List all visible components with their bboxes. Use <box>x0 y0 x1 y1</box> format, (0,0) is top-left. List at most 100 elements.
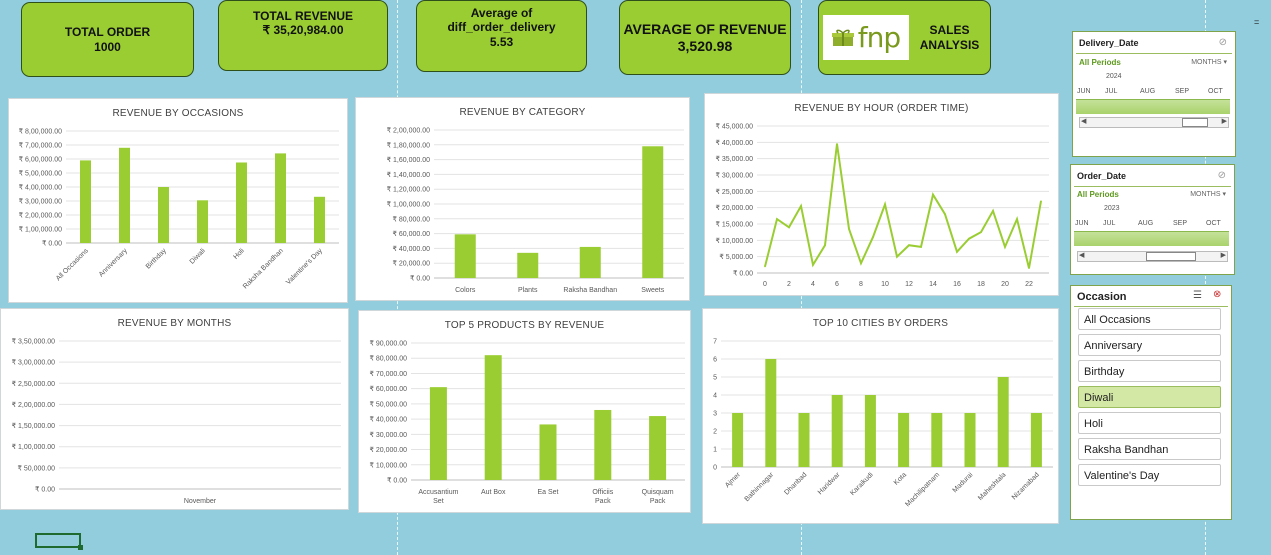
timeline-level-dropdown[interactable]: MONTHS ▾ <box>1191 58 1227 66</box>
chart-top-cities[interactable]: TOP 10 CITIES BY ORDERS 0 1 2 3 4 5 6 7 Ajmer Bat… <box>702 308 1059 524</box>
y-tick-label: ₹ 70,000.00 <box>369 370 407 378</box>
scroll-left-icon[interactable]: ◀ <box>1079 251 1084 259</box>
bar <box>649 416 667 480</box>
kpi-title: TOTAL REVENUE <box>252 9 353 23</box>
selected-cell[interactable] <box>35 533 83 550</box>
data-point <box>896 255 898 258</box>
kpi-total-order: TOTAL ORDER 1000 <box>21 2 194 77</box>
data-point <box>920 246 922 248</box>
timeline-month[interactable]: SEP <box>1175 88 1189 95</box>
bar <box>964 413 976 467</box>
data-point <box>1016 218 1018 220</box>
data-point <box>956 250 958 253</box>
slicer-item[interactable]: Anniversary <box>1078 334 1221 356</box>
chart-revenue-by-months[interactable]: REVENUE BY MONTHS ₹ 0.00 ₹ 50,000.00 ₹ 1,0… <box>0 308 349 510</box>
x-tick-label: 8 <box>859 281 863 288</box>
data-point <box>848 228 850 230</box>
data-point <box>800 205 802 207</box>
x-tick-label: 0 <box>763 281 767 288</box>
timeline-month[interactable]: AUG <box>1138 220 1153 227</box>
chart-revenue-by-occasions[interactable]: REVENUE BY OCCASIONS ₹ 0.00 ₹ 1,00,000.00… <box>8 98 348 303</box>
slicer-item[interactable]: Valentine's Day <box>1078 464 1221 486</box>
kpi-avg-delivery: Average of diff_order_delivery 5.53 <box>416 0 587 72</box>
slicer-item[interactable]: Birthday <box>1078 360 1221 382</box>
bar <box>429 387 447 480</box>
x-tick-label: Quisquam Pack <box>642 489 674 505</box>
bar <box>765 359 777 467</box>
clear-filter-icon[interactable]: ⊘ <box>1219 37 1227 48</box>
chart-revenue-by-category[interactable]: REVENUE BY CATEGORY ₹ 0.00 ₹ 20,000.00 ₹ 4… <box>355 97 690 301</box>
data-point <box>860 262 862 264</box>
data-point <box>884 203 886 206</box>
y-tick-label: ₹ 2,00,000.00 <box>12 401 55 409</box>
timeline-month[interactable]: JUN <box>1077 88 1091 95</box>
timeline-scrollbar[interactable]: ◀ ▶ <box>1077 251 1228 262</box>
brand-title: SALES <box>929 23 970 38</box>
clear-filter-icon[interactable]: ⊘ <box>1218 170 1226 181</box>
timeline-month[interactable]: SEP <box>1173 220 1187 227</box>
y-tick-label: ₹ 40,000.00 <box>369 416 407 424</box>
y-tick-label: ₹ 3,00,000.00 <box>19 198 62 206</box>
x-tick-label: Plants <box>518 287 538 294</box>
x-tick-label: 16 <box>953 281 961 288</box>
scroll-right-icon[interactable]: ▶ <box>1221 251 1226 259</box>
y-tick-label: ₹ 1,00,000.00 <box>12 443 55 451</box>
timeline-month[interactable]: JUL <box>1103 220 1115 227</box>
x-tick-label: Haridwar <box>817 471 842 496</box>
y-tick-label: ₹ 45,000.00 <box>715 123 753 131</box>
y-tick-label: ₹ 35,000.00 <box>715 155 753 163</box>
y-tick-label: ₹ 5,00,000.00 <box>19 170 62 178</box>
y-tick-label: ₹ 1,50,000.00 <box>12 422 55 430</box>
timeline-month[interactable]: OCT <box>1206 220 1221 227</box>
timeline-month[interactable]: OCT <box>1208 88 1223 95</box>
y-tick-label: ₹ 60,000.00 <box>369 385 407 393</box>
all-periods-label[interactable]: All Periods <box>1079 58 1121 67</box>
bar <box>1030 413 1042 467</box>
scrollbar-thumb[interactable] <box>1146 252 1196 261</box>
y-tick-label: ₹ 6,00,000.00 <box>19 156 62 164</box>
slicer-item[interactable]: All Occasions <box>1078 308 1221 330</box>
slicer-item[interactable]: Holi <box>1078 412 1221 434</box>
x-tick-label: Diwali <box>189 247 207 265</box>
bar <box>236 162 247 243</box>
timeline-year: 2024 <box>1106 73 1122 80</box>
data-point <box>824 244 826 247</box>
chart-revenue-by-hour[interactable]: REVENUE BY HOUR (ORDER TIME) ₹ 0.00 ₹ 5,0… <box>704 93 1059 296</box>
y-tick-label: ₹ 30,000.00 <box>715 172 753 180</box>
scrollbar-thumb[interactable] <box>1182 118 1208 127</box>
timeline-order-date[interactable]: Order_Date ⊘ All Periods MONTHS ▾ 2023 J… <box>1070 164 1235 275</box>
scroll-left-icon[interactable]: ◀ <box>1081 117 1086 125</box>
x-tick-label: Karaikudi <box>849 471 875 497</box>
bar <box>454 234 476 278</box>
x-tick-label: Ajmer <box>724 471 742 489</box>
scroll-right-icon[interactable]: ▶ <box>1222 117 1227 125</box>
kpi-value: 5.53 <box>489 34 514 49</box>
timeline-period-bar[interactable] <box>1076 99 1230 114</box>
slicer-item[interactable]: Diwali <box>1078 386 1221 408</box>
timeline-delivery-date[interactable]: Delivery_Date ⊘ All Periods MONTHS ▾ 202… <box>1072 31 1236 157</box>
chart-top-products[interactable]: TOP 5 PRODUCTS BY REVENUE ₹ 0.00 ₹ 10,000… <box>358 310 691 513</box>
clear-filter-icon[interactable]: ⊗ <box>1213 289 1221 300</box>
timeline-period-bar[interactable] <box>1074 231 1229 246</box>
timeline-level-dropdown[interactable]: MONTHS ▾ <box>1190 190 1226 198</box>
timeline-month[interactable]: AUG <box>1140 88 1155 95</box>
timeline-scrollbar[interactable]: ◀ ▶ <box>1079 117 1229 128</box>
x-tick-label: Accusantium Set <box>418 489 458 505</box>
bar <box>898 413 910 467</box>
multi-select-icon[interactable]: ☰ <box>1193 290 1202 301</box>
timeline-month[interactable]: JUN <box>1075 220 1089 227</box>
fill-handle[interactable] <box>78 545 83 550</box>
occasion-slicer[interactable]: Occasion ☰ ⊗ All Occasions Anniversary Bir… <box>1070 285 1232 520</box>
all-periods-label[interactable]: All Periods <box>1077 190 1119 199</box>
x-tick-label: 6 <box>835 281 839 288</box>
bar <box>80 160 91 243</box>
y-tick-label: ₹ 0.00 <box>733 270 753 278</box>
timeline-month[interactable]: JUL <box>1105 88 1117 95</box>
x-tick-label: 2 <box>787 281 791 288</box>
slicer-item[interactable]: Raksha Bandhan <box>1078 438 1221 460</box>
y-tick-label: ₹ 1,20,000.00 <box>387 186 430 194</box>
y-tick-label: 4 <box>713 393 717 400</box>
x-tick-label: 22 <box>1025 281 1033 288</box>
y-tick-label: ₹ 10,000.00 <box>715 237 753 245</box>
x-tick-label: Colors <box>455 287 476 294</box>
